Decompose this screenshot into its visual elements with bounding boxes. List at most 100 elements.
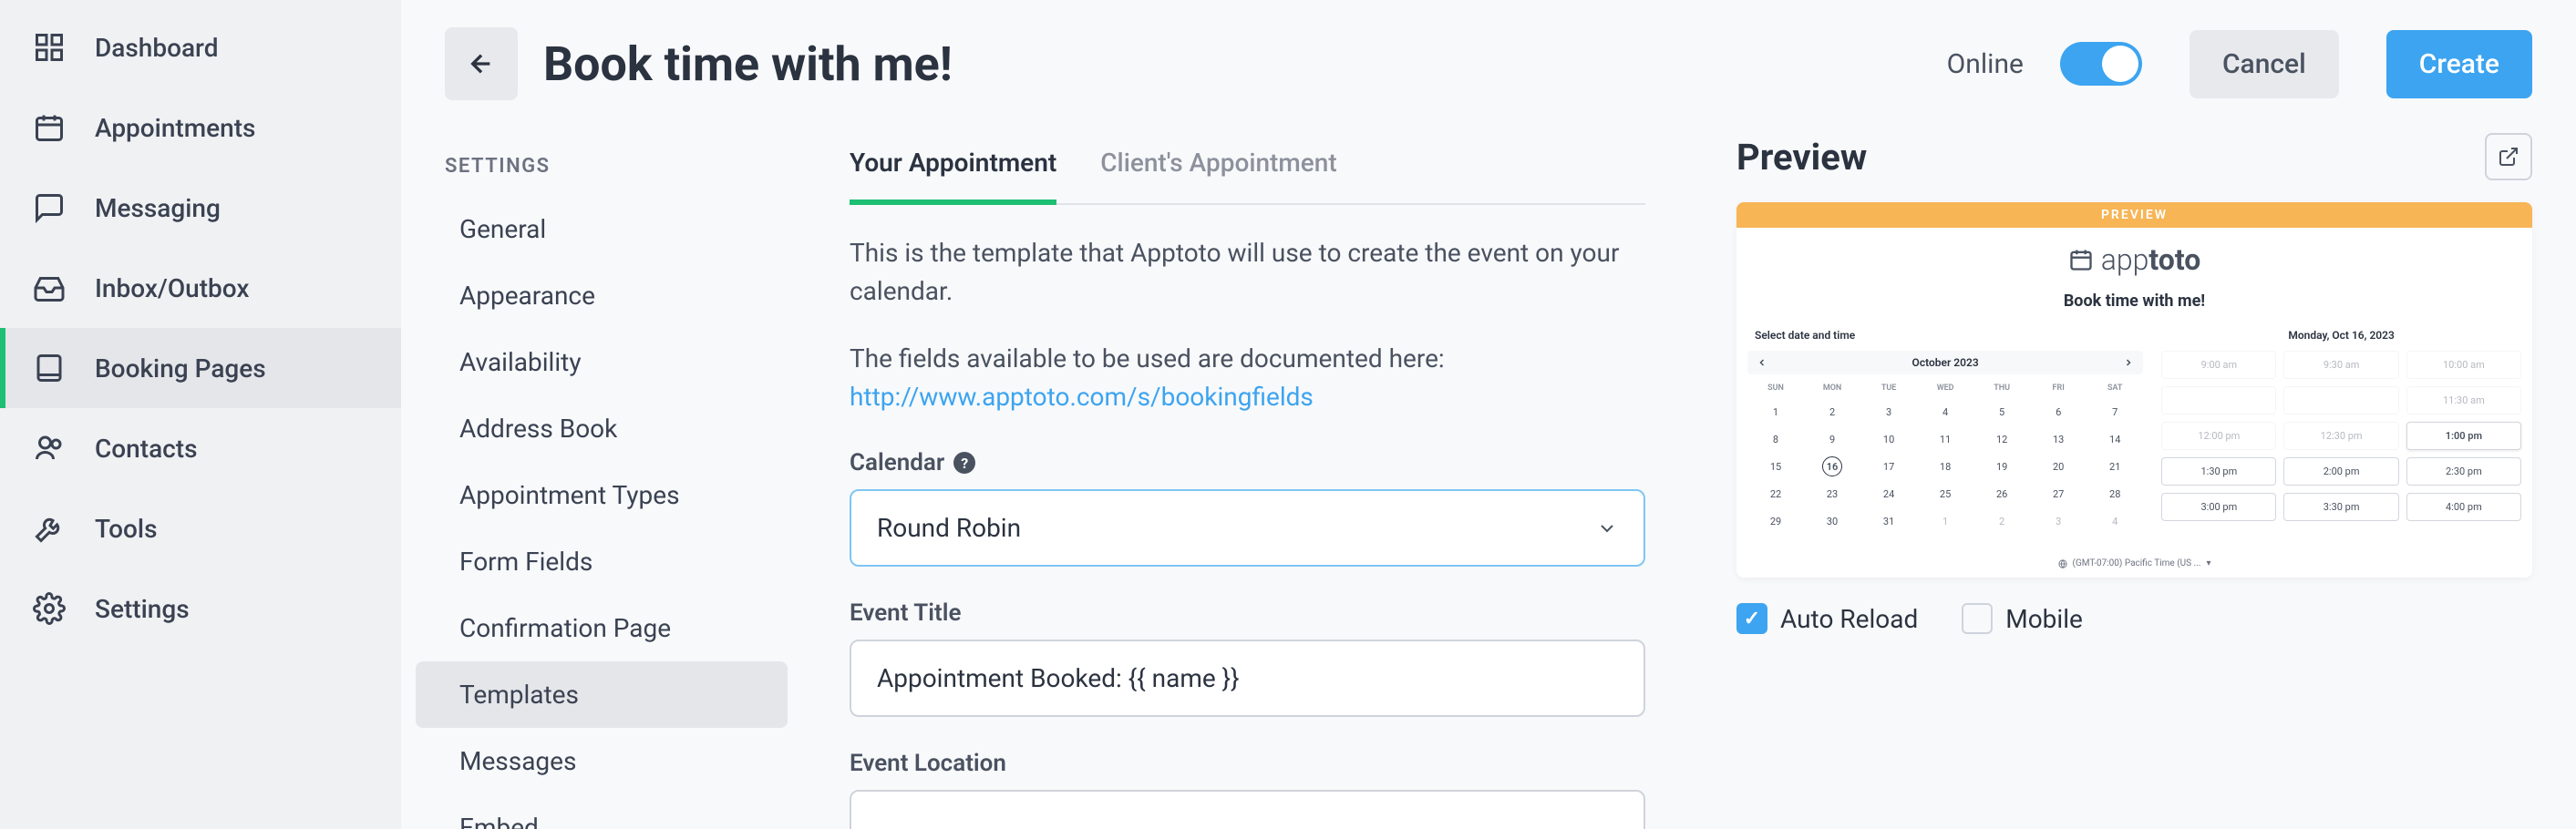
settings-general[interactable]: General — [416, 196, 788, 262]
nav-messaging[interactable]: Messaging — [0, 168, 401, 248]
calendar-day[interactable]: 17 — [1860, 453, 1917, 480]
calendar-day[interactable]: 3 — [2030, 507, 2087, 535]
settings-messages[interactable]: Messages — [416, 728, 788, 794]
fields-desc-text: The fields available to be used are docu… — [850, 343, 1445, 374]
nav-appointments[interactable]: Appointments — [0, 87, 401, 168]
settings-availability[interactable]: Availability — [416, 329, 788, 395]
event-location-input[interactable] — [850, 790, 1645, 829]
event-title-input[interactable] — [850, 640, 1645, 717]
calendar-day[interactable]: 5 — [1973, 398, 2030, 425]
calendar-day[interactable]: 25 — [1917, 480, 1973, 507]
calendar-day-header: FRI — [2030, 378, 2087, 398]
nav-inbox-outbox[interactable]: Inbox/Outbox — [0, 248, 401, 328]
calendar-day-header: TUE — [1860, 378, 1917, 398]
nav-label: Booking Pages — [95, 353, 266, 384]
nav-settings[interactable]: Settings — [0, 568, 401, 649]
time-slot[interactable]: 12:00 pm — [2161, 422, 2276, 450]
create-button[interactable]: Create — [2386, 30, 2532, 98]
nav-booking-pages[interactable]: Booking Pages — [0, 328, 401, 408]
settings-sidebar: SETTINGS General Appearance Availability… — [401, 118, 802, 829]
page-title: Book time with me! — [543, 36, 1922, 92]
checkbox-icon — [1736, 603, 1767, 634]
calendar-day[interactable]: 6 — [2030, 398, 2087, 425]
calendar-day[interactable]: 29 — [1747, 507, 1804, 535]
nav-contacts[interactable]: Contacts — [0, 408, 401, 488]
calendar-day[interactable]: 14 — [2087, 425, 2143, 453]
time-slot[interactable]: 1:30 pm — [2161, 457, 2276, 486]
calendar-day[interactable]: 27 — [2030, 480, 2087, 507]
calendar-day[interactable]: 1 — [1747, 398, 1804, 425]
tab-your-appointment[interactable]: Your Appointment — [850, 133, 1056, 205]
calendar-day[interactable]: 18 — [1917, 453, 1973, 480]
calendar-day[interactable]: 8 — [1747, 425, 1804, 453]
calendar-day[interactable]: 30 — [1804, 507, 1860, 535]
calendar-day[interactable]: 16 — [1804, 453, 1860, 480]
settings-form-fields[interactable]: Form Fields — [416, 528, 788, 595]
time-slot[interactable]: 2:00 pm — [2283, 457, 2398, 486]
chevron-left-icon[interactable] — [1757, 357, 1767, 368]
nav-dashboard[interactable]: Dashboard — [0, 7, 401, 87]
calendar-day[interactable]: 21 — [2087, 453, 2143, 480]
calendar-day[interactable]: 28 — [2087, 480, 2143, 507]
settings-appointment-types[interactable]: Appointment Types — [416, 462, 788, 528]
calendar-day[interactable]: 4 — [1917, 398, 1973, 425]
calendar-day[interactable]: 10 — [1860, 425, 1917, 453]
time-slot[interactable]: 4:00 pm — [2406, 493, 2521, 521]
calendar-day[interactable]: 31 — [1860, 507, 1917, 535]
chevron-right-icon[interactable] — [2123, 357, 2134, 368]
calendar-day[interactable]: 9 — [1804, 425, 1860, 453]
time-slot[interactable]: 10:00 am — [2406, 351, 2521, 379]
preview-columns: Select date and time October 2023 SUNMON… — [1736, 325, 2532, 549]
time-slot[interactable]: 2:30 pm — [2406, 457, 2521, 486]
calendar-day[interactable]: 13 — [2030, 425, 2087, 453]
calendar-table[interactable]: SUNMONTUEWEDTHUFRISAT 123456789101112131… — [1747, 378, 2143, 535]
time-slot[interactable]: 1:00 pm — [2406, 422, 2521, 450]
time-slot[interactable]: 9:00 am — [2161, 351, 2276, 379]
doc-link[interactable]: http://www.apptoto.com/s/bookingfields — [850, 382, 1314, 412]
nav-tools[interactable]: Tools — [0, 488, 401, 568]
calendar-day[interactable]: 3 — [1860, 398, 1917, 425]
calendar-day[interactable]: 12 — [1973, 425, 2030, 453]
time-slot[interactable]: 9:30 am — [2283, 351, 2398, 379]
template-description: This is the template that Apptoto will u… — [850, 234, 1645, 311]
calendar-day[interactable]: 4 — [2087, 507, 2143, 535]
settings-embed[interactable]: Embed — [416, 794, 788, 829]
time-slot[interactable]: 3:30 pm — [2283, 493, 2398, 521]
settings-templates[interactable]: Templates — [416, 661, 788, 728]
mobile-checkbox[interactable]: Mobile — [1962, 603, 2083, 634]
calendar-select[interactable]: Round Robin — [850, 489, 1645, 567]
calendar-icon — [33, 111, 66, 144]
back-button[interactable] — [445, 27, 518, 100]
calendar-day[interactable]: 23 — [1804, 480, 1860, 507]
preview-booking-title: Book time with me! — [1736, 292, 2532, 325]
calendar-day[interactable]: 19 — [1973, 453, 2030, 480]
open-external-button[interactable] — [2485, 133, 2532, 180]
online-toggle[interactable] — [2060, 42, 2142, 86]
tab-clients-appointment[interactable]: Client's Appointment — [1100, 133, 1336, 205]
calendar-header: October 2023 — [1747, 351, 2143, 374]
nav-label: Appointments — [95, 113, 255, 143]
booking-icon — [33, 352, 66, 384]
help-icon[interactable]: ? — [953, 452, 975, 474]
calendar-day[interactable]: 15 — [1747, 453, 1804, 480]
calendar-day[interactable]: 11 — [1917, 425, 1973, 453]
calendar-day[interactable]: 26 — [1973, 480, 2030, 507]
calendar-day[interactable]: 2 — [1973, 507, 2030, 535]
cancel-button[interactable]: Cancel — [2190, 30, 2339, 98]
calendar-day[interactable]: 20 — [2030, 453, 2087, 480]
timezone-row[interactable]: (GMT-07:00) Pacific Time (US ... ▾ — [1736, 549, 2532, 578]
time-slot[interactable]: 11:30 am — [2406, 386, 2521, 414]
calendar-day[interactable]: 2 — [1804, 398, 1860, 425]
calendar-day[interactable]: 22 — [1747, 480, 1804, 507]
calendar-day[interactable]: 7 — [2087, 398, 2143, 425]
calendar-day[interactable]: 24 — [1860, 480, 1917, 507]
settings-appearance[interactable]: Appearance — [416, 262, 788, 329]
preview-slots: Monday, Oct 16, 2023 9:00 am9:30 am10:00… — [2161, 325, 2521, 535]
settings-address-book[interactable]: Address Book — [416, 395, 788, 462]
auto-reload-checkbox[interactable]: Auto Reload — [1736, 603, 1918, 634]
event-location-label: Event Location — [850, 750, 1645, 777]
calendar-day[interactable]: 1 — [1917, 507, 1973, 535]
time-slot[interactable]: 3:00 pm — [2161, 493, 2276, 521]
time-slot[interactable]: 12:30 pm — [2283, 422, 2398, 450]
settings-confirmation-page[interactable]: Confirmation Page — [416, 595, 788, 661]
